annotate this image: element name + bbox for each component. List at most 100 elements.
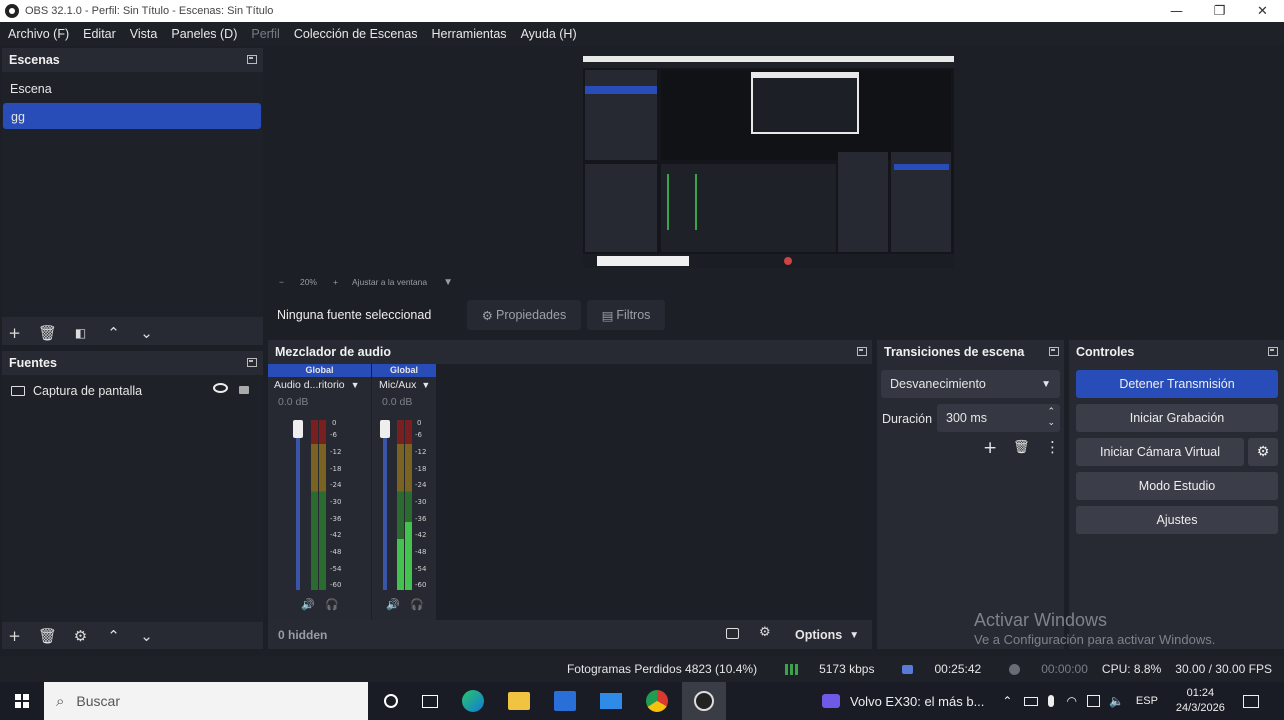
channel-name[interactable]: Mic/Aux ▼ [372, 377, 436, 393]
chrome-icon[interactable] [646, 690, 668, 712]
start-recording-button[interactable]: Iniciar Grabación [1076, 404, 1278, 432]
undock-icon[interactable] [1049, 347, 1059, 356]
store-icon[interactable] [554, 691, 576, 711]
transitions-dock: Transiciones de escena Desvanecimiento ▼… [877, 340, 1064, 649]
filter-scene-icon[interactable]: ◧ [64, 326, 97, 340]
stop-stream-button[interactable]: Detener Transmisión [1076, 370, 1278, 398]
visibility-eye-icon[interactable] [213, 383, 228, 393]
sources-list: Captura de pantalla [2, 375, 263, 622]
properties-button[interactable]: ⚙ Propiedades [467, 300, 581, 330]
add-source-icon[interactable]: + [0, 627, 31, 645]
monitor-icon [11, 386, 25, 396]
stepper-up-icon[interactable]: ⌃ [1047, 406, 1055, 417]
close-button[interactable]: ✕ [1241, 0, 1284, 22]
maximize-button[interactable]: ❐ [1198, 0, 1241, 22]
chevron-down-icon: ▼ [421, 380, 431, 390]
headphones-icon[interactable]: 🎧 [410, 598, 424, 611]
menu-tools[interactable]: Herramientas [425, 27, 514, 41]
notifications-icon[interactable] [1242, 694, 1259, 708]
clock-time: 01:24 [1186, 687, 1215, 699]
options-button[interactable]: Options ▼ [795, 628, 859, 642]
media-title[interactable]: Volvo EX30: el más b... [850, 694, 984, 709]
move-up-icon[interactable]: ⌃ [97, 627, 130, 645]
mixer-advanced-icon[interactable]: ⚙ [759, 625, 771, 640]
lock-icon[interactable] [239, 386, 249, 394]
undock-icon[interactable] [857, 347, 867, 356]
scenes-list: Escena gg [2, 72, 263, 317]
zoom-in-button[interactable]: + [333, 277, 338, 287]
menu-edit[interactable]: Editar [76, 27, 123, 41]
headphones-icon[interactable]: 🎧 [325, 598, 339, 611]
more-options-icon[interactable]: ⋮ [1045, 438, 1060, 456]
studio-mode-button[interactable]: Modo Estudio [1076, 472, 1278, 500]
menu-file[interactable]: Archivo (F) [1, 27, 76, 41]
speaker-icon[interactable]: 🔊 [386, 598, 400, 611]
minimize-button[interactable]: — [1155, 0, 1198, 22]
channel-name[interactable]: Audio d...ritorio ▼ [268, 377, 371, 393]
scene-item[interactable]: Escena [2, 76, 261, 102]
undock-icon[interactable] [1268, 347, 1278, 356]
obs-taskbar-icon[interactable] [682, 682, 726, 720]
stream-time: 00:25:42 [888, 662, 981, 676]
tray-chevron-icon[interactable]: ⌃ [1002, 694, 1012, 708]
move-down-icon[interactable]: ⌄ [130, 627, 163, 645]
source-settings-icon[interactable]: ⚙ [64, 627, 97, 645]
transition-select[interactable]: Desvanecimiento ▼ [881, 370, 1060, 398]
move-up-icon[interactable]: ⌃ [97, 324, 130, 342]
network-icon [1086, 695, 1100, 707]
menu-scene-collection[interactable]: Colección de Escenas [287, 27, 425, 41]
source-item[interactable]: Captura de pantalla [2, 379, 261, 403]
recording-time: 00:00:00 [995, 662, 1088, 676]
stepper-down-icon[interactable]: ⌄ [1047, 417, 1055, 428]
menu-help[interactable]: Ayuda (H) [514, 27, 584, 41]
duration-input[interactable]: 300 ms ⌃ ⌄ [937, 404, 1060, 432]
zoom-out-button[interactable]: − [279, 277, 284, 287]
battery-icon [1024, 696, 1039, 706]
add-scene-icon[interactable]: + [0, 324, 31, 342]
remove-scene-icon[interactable]: 🗑 [31, 324, 64, 342]
settings-button[interactable]: Ajustes [1076, 506, 1278, 534]
speaker-icon[interactable]: 🔊 [301, 598, 315, 611]
volume-slider-handle[interactable] [380, 420, 390, 438]
obs-logo-icon [694, 691, 714, 711]
clock[interactable]: 01:24 24/3/2026 [1176, 686, 1225, 716]
fit-window-label[interactable]: Ajustar a la ventana [352, 277, 427, 287]
taskbar-search[interactable]: ⌕ Buscar [44, 682, 368, 720]
duration-label: Duración [882, 412, 933, 426]
filters-button[interactable]: ▤ Filtros [587, 300, 665, 330]
cortana-icon[interactable] [384, 694, 398, 708]
volume-slider-track[interactable] [383, 424, 387, 590]
remove-transition-icon[interactable]: 🗑 [1013, 440, 1030, 455]
menu-profile[interactable]: Perfil [244, 27, 286, 41]
chevron-down-icon[interactable]: ▼ [443, 277, 453, 288]
scene-item-selected[interactable]: gg [3, 103, 261, 129]
undock-icon[interactable] [247, 55, 257, 64]
channel-scope: Global [372, 364, 436, 377]
menu-view[interactable]: Vista [123, 27, 165, 41]
volume-slider-handle[interactable] [293, 420, 303, 438]
preview-area[interactable] [270, 48, 1284, 273]
edge-icon[interactable] [462, 690, 484, 712]
virtual-camera-button[interactable]: Iniciar Cámara Virtual [1076, 438, 1244, 466]
add-transition-icon[interactable]: + [983, 438, 997, 458]
mail-icon[interactable] [600, 693, 622, 709]
obs-logo-icon [5, 4, 19, 18]
zoom-value: 20% [299, 277, 317, 287]
volume-slider-track[interactable] [296, 424, 300, 590]
menu-docks[interactable]: Paneles (D) [164, 27, 244, 41]
mixer-channel: Global Audio d...ritorio ▼ 0.0 dB 0 -6 -… [268, 364, 371, 620]
task-view-icon[interactable] [422, 694, 438, 708]
start-button[interactable] [0, 682, 44, 720]
remove-source-icon[interactable]: 🗑 [31, 627, 64, 645]
move-down-icon[interactable]: ⌄ [130, 324, 163, 342]
file-explorer-icon[interactable] [508, 692, 530, 710]
no-source-label: Ninguna fuente seleccionad [277, 308, 432, 322]
virtual-camera-settings-button[interactable]: ⚙ [1248, 438, 1278, 466]
windows-taskbar: ⌕ Buscar Volvo EX30: el más b... ⌃ ◠ 🔈 E… [0, 682, 1284, 720]
undock-icon[interactable] [247, 358, 257, 367]
language-indicator[interactable]: ESP [1136, 695, 1158, 707]
media-icon[interactable] [822, 694, 840, 708]
record-icon [1009, 663, 1021, 675]
mixer-layout-icon[interactable] [726, 628, 739, 639]
dropped-frames: Fotogramas Perdidos 4823 (10.4%) [566, 662, 758, 676]
